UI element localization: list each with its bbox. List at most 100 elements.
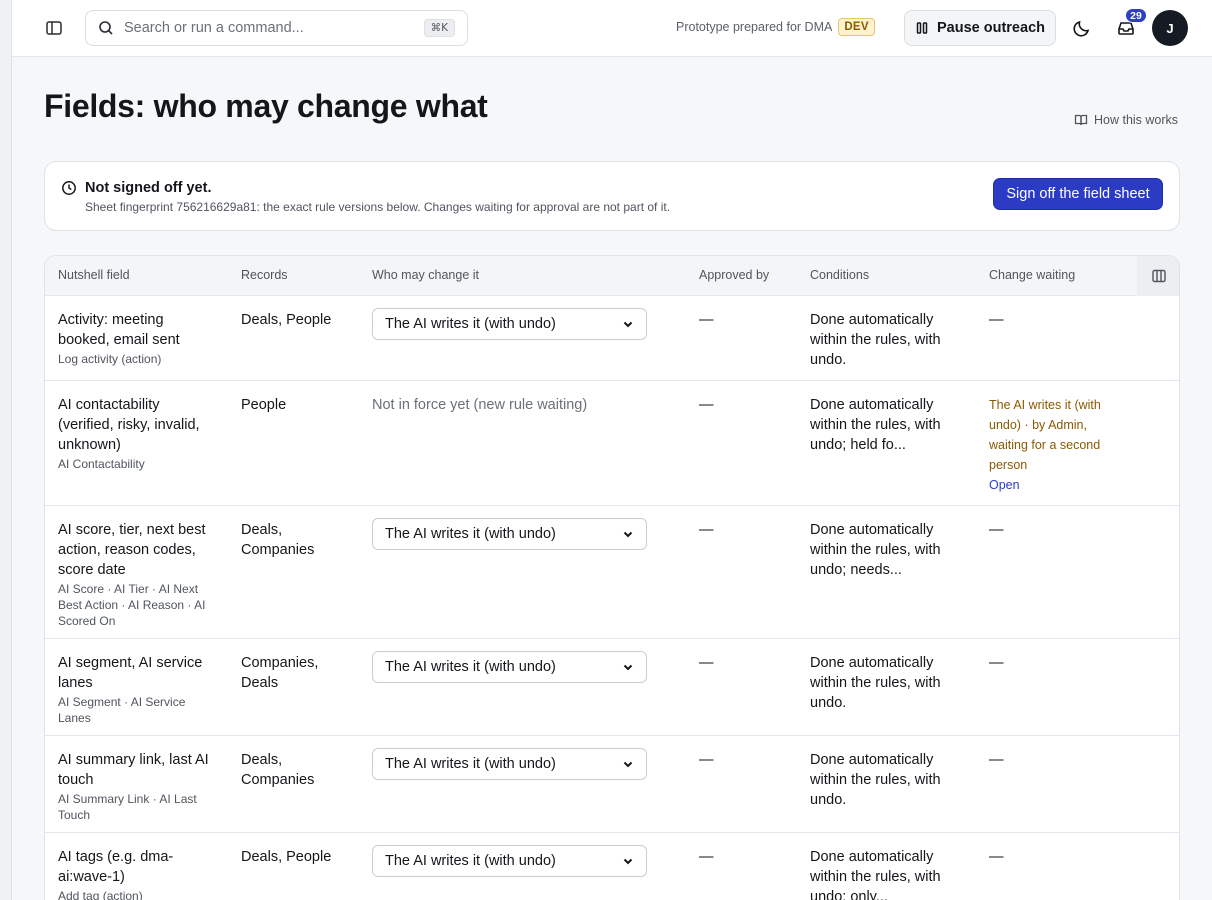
change-waiting-cell: — [989, 655, 1004, 671]
chevron-down-icon [623, 858, 633, 865]
field-cell: AI summary link, last AI touch AI Summar… [58, 750, 218, 823]
who-select-value: The AI writes it (with undo) [385, 316, 556, 332]
fields-table: Nutshell field Records Who may change it… [44, 255, 1180, 900]
header-change[interactable]: Change waiting [989, 268, 1075, 282]
field-subname: Add tag (action) [58, 889, 143, 900]
who-select[interactable]: The AI writes it (with undo) [372, 518, 647, 550]
search-shortcut-hint: ⌘K [423, 19, 455, 37]
who-select-value: The AI writes it (with undo) [385, 659, 556, 675]
conditions-cell: Done automatically within the rules, wit… [810, 655, 941, 711]
pause-outreach-label: Pause outreach [937, 20, 1045, 36]
conditions-cell: Done automatically within the rules, wit… [810, 397, 941, 453]
field-name: AI score, tier, next best action, reason… [58, 522, 206, 578]
field-subname: AI Summary Link · AI Last Touch [58, 792, 197, 822]
inbox-count-badge: 29 [1125, 8, 1147, 23]
field-name: AI tags (e.g. dma-ai:wave-1) [58, 849, 174, 885]
sidebar-toggle-button[interactable] [36, 10, 72, 46]
who-select[interactable]: The AI writes it (with undo) [372, 308, 647, 340]
header-conditions[interactable]: Conditions [810, 268, 869, 282]
chevron-down-icon [623, 761, 633, 768]
clock-icon [62, 181, 76, 195]
theme-toggle-button[interactable] [1064, 10, 1100, 46]
table-row: AI tags (e.g. dma-ai:wave-1) Add tag (ac… [45, 833, 1179, 900]
chevron-down-icon [623, 531, 633, 538]
conditions-cell: Done automatically within the rules, wit… [810, 849, 941, 900]
search-placeholder: Search or run a command... [124, 20, 304, 36]
conditions-cell: Done automatically within the rules, wit… [810, 312, 941, 368]
field-name: Activity: meeting booked, email sent [58, 312, 180, 348]
approved-cell: — [699, 397, 714, 413]
header-approved[interactable]: Approved by [699, 268, 769, 282]
field-cell: AI contactability (verified, risky, inva… [58, 395, 218, 472]
sign-off-button[interactable]: Sign off the field sheet [993, 178, 1163, 210]
approved-cell: — [699, 522, 714, 538]
top-bar: Search or run a command... ⌘K Prototype … [12, 0, 1212, 57]
who-select[interactable]: The AI writes it (with undo) [372, 845, 647, 877]
book-icon [1074, 114, 1088, 126]
who-select[interactable]: The AI writes it (with undo) [372, 651, 647, 683]
header-field[interactable]: Nutshell field [58, 268, 130, 282]
field-subname: AI Score · AI Tier · AI Next Best Action… [58, 582, 206, 628]
env-badge: DEV [838, 18, 875, 36]
pending-change-text: The AI writes it (with undo) · by Admin,… [989, 398, 1101, 472]
conditions-cell: Done automatically within the rules, wit… [810, 752, 941, 808]
columns-icon [1152, 269, 1166, 283]
approved-cell: — [699, 752, 714, 768]
who-select-value: The AI writes it (with undo) [385, 756, 556, 772]
prototype-text: Prototype prepared for DMA [676, 20, 833, 34]
change-waiting-cell: — [989, 312, 1004, 328]
records-cell: People [241, 397, 287, 413]
records-cell: Deals, People [241, 312, 332, 328]
approved-cell: — [699, 849, 714, 865]
who-select-value: The AI writes it (with undo) [385, 526, 556, 542]
table-row: AI segment, AI service lanes AI Segment … [45, 639, 1179, 736]
signoff-status: Not signed off yet. [85, 180, 212, 196]
records-cell: Deals, Companies [241, 752, 315, 788]
header-who[interactable]: Who may change it [372, 268, 479, 282]
field-cell: AI tags (e.g. dma-ai:wave-1) Add tag (ac… [58, 847, 218, 900]
who-select-value: The AI writes it (with undo) [385, 853, 556, 869]
table-header: Nutshell field Records Who may change it… [45, 256, 1179, 296]
open-change-link[interactable]: Open [989, 475, 1107, 495]
change-waiting-cell: — [989, 752, 1004, 768]
field-cell: Activity: meeting booked, email sent Log… [58, 310, 218, 367]
table-row: AI summary link, last AI touch AI Summar… [45, 736, 1179, 833]
who-select[interactable]: The AI writes it (with undo) [372, 748, 647, 780]
signoff-description: Sheet fingerprint 756216629a81: the exac… [85, 200, 671, 214]
field-name: AI summary link, last AI touch [58, 752, 209, 788]
how-this-works-link[interactable]: How this works [1074, 113, 1178, 127]
field-cell: AI score, tier, next best action, reason… [58, 520, 218, 629]
command-search-input[interactable]: Search or run a command... ⌘K [85, 10, 468, 46]
table-row: AI score, tier, next best action, reason… [45, 506, 1179, 639]
field-subname: AI Contactability [58, 457, 145, 471]
prototype-notice: Prototype prepared for DMA DEV [676, 18, 875, 36]
table-row: Activity: meeting booked, email sent Log… [45, 296, 1179, 381]
left-rail [0, 0, 12, 900]
approved-cell: — [699, 655, 714, 671]
field-name: AI contactability (verified, risky, inva… [58, 397, 200, 453]
header-records[interactable]: Records [241, 268, 288, 282]
pause-outreach-button[interactable]: Pause outreach [904, 10, 1056, 46]
column-settings-button[interactable] [1137, 256, 1179, 296]
who-status-text: Not in force yet (new rule waiting) [372, 397, 588, 413]
records-cell: Companies, Deals [241, 655, 319, 691]
field-name: AI segment, AI service lanes [58, 655, 203, 691]
conditions-cell: Done automatically within the rules, wit… [810, 522, 941, 578]
table-row: AI contactability (verified, risky, inva… [45, 381, 1179, 506]
chevron-down-icon [623, 321, 633, 328]
change-waiting-cell: The AI writes it (with undo) · by Admin,… [989, 395, 1107, 495]
change-waiting-cell: — [989, 849, 1004, 865]
sidebar-panel-icon [46, 21, 62, 35]
user-avatar[interactable]: J [1152, 10, 1188, 46]
chevron-down-icon [623, 664, 633, 671]
how-this-works-label: How this works [1094, 113, 1179, 127]
change-waiting-cell: — [989, 522, 1004, 538]
search-icon [99, 21, 113, 35]
field-subname: AI Segment · AI Service Lanes [58, 695, 186, 725]
moon-icon [1073, 20, 1090, 37]
field-cell: AI segment, AI service lanes AI Segment … [58, 653, 218, 726]
records-cell: Deals, People [241, 849, 332, 865]
field-subname: Log activity (action) [58, 352, 162, 366]
records-cell: Deals, Companies [241, 522, 315, 558]
signoff-banner: Not signed off yet. Sheet fingerprint 75… [44, 161, 1180, 231]
